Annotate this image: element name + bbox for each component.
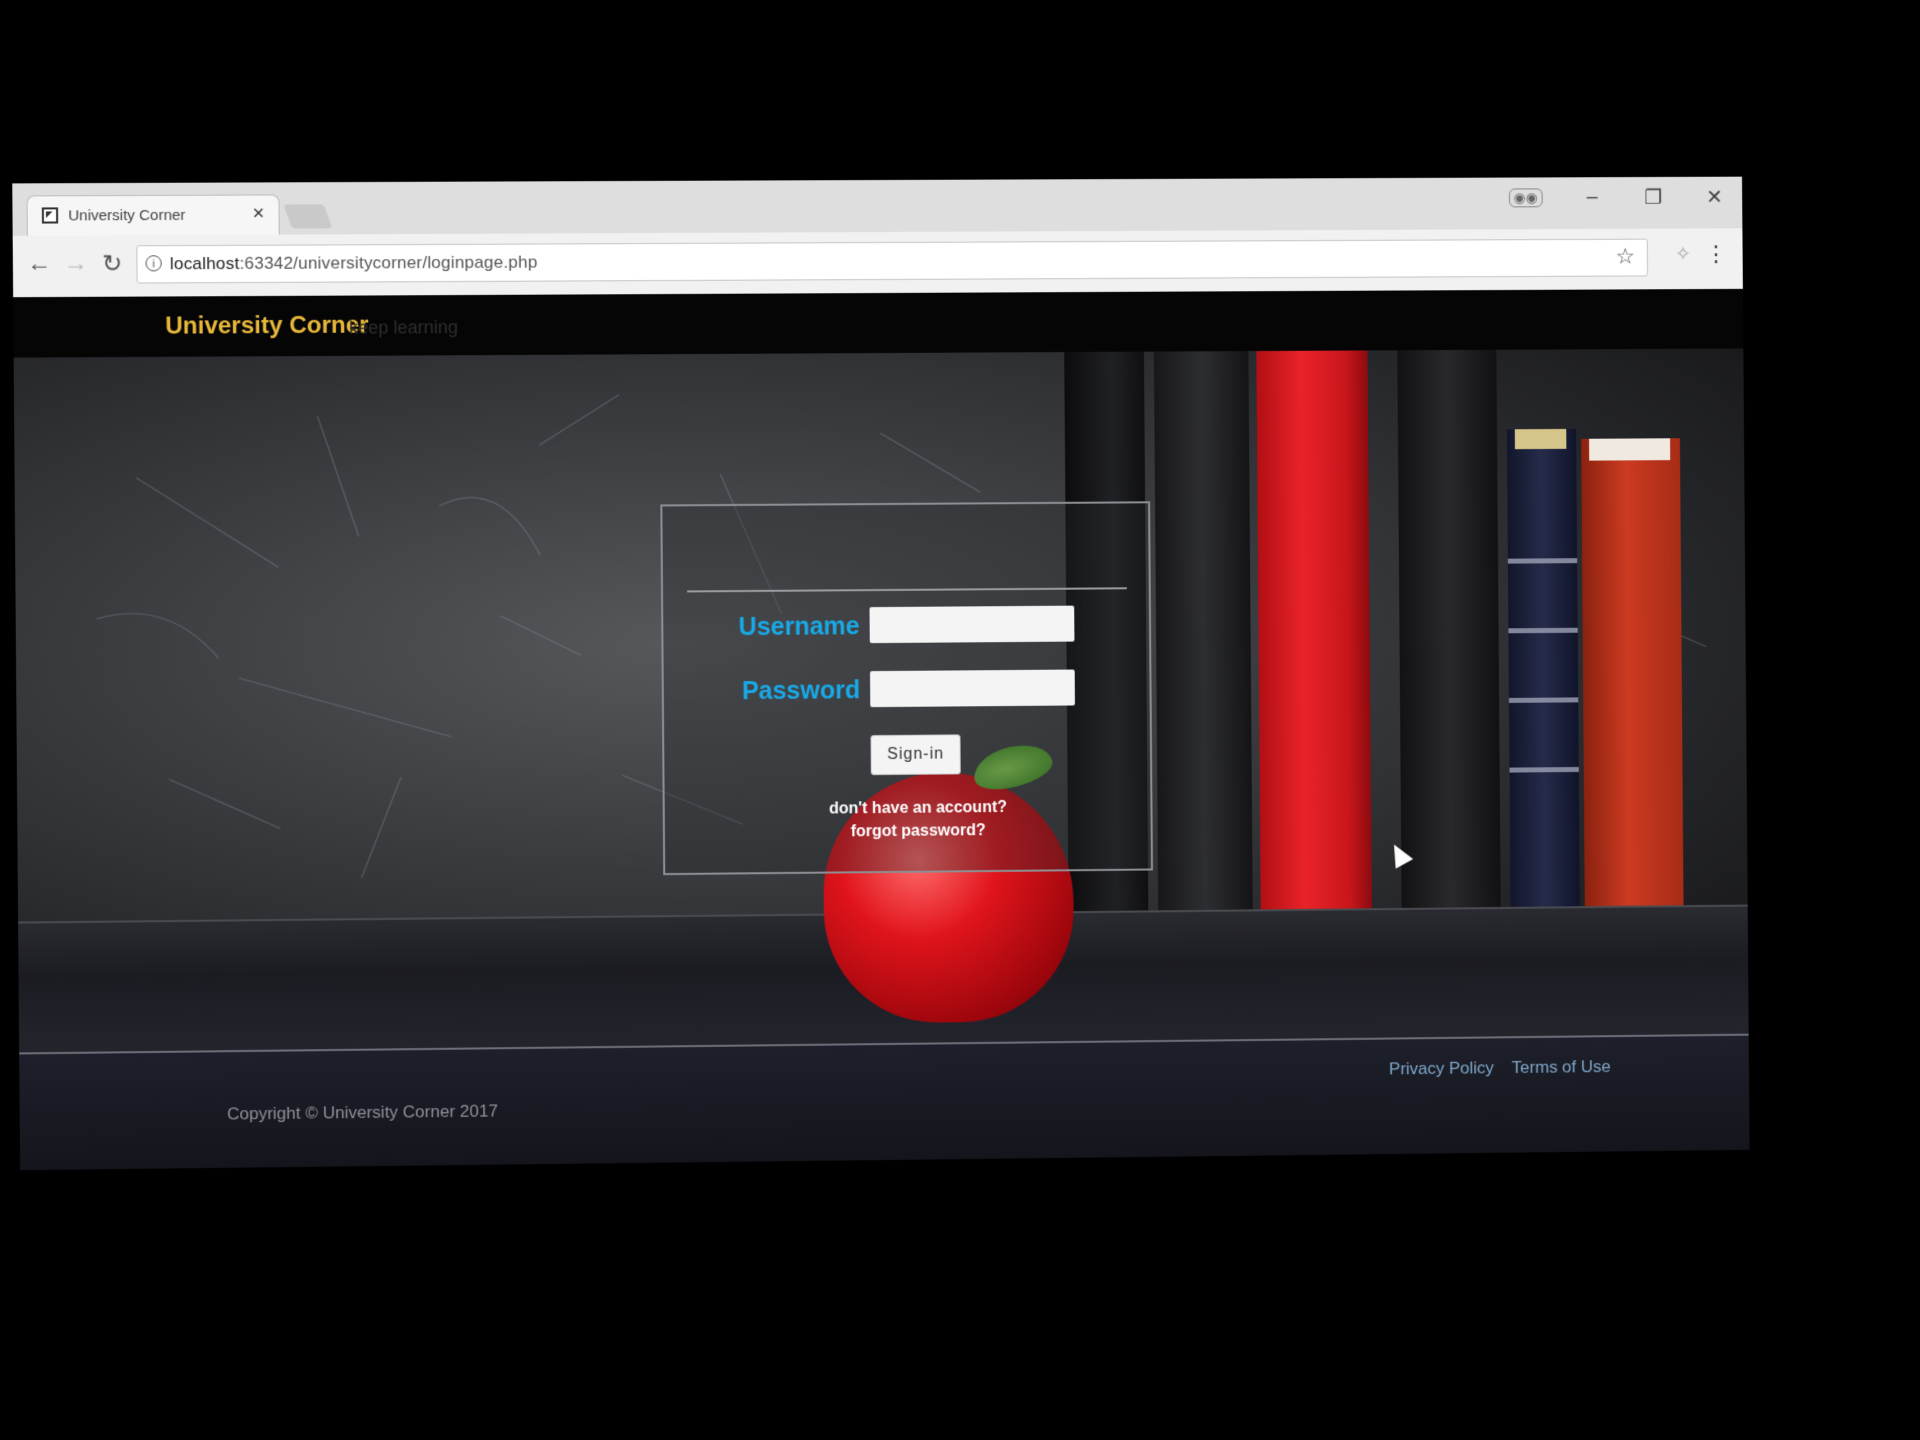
url-text: localhost:63342/universitycorner/loginpa… <box>170 253 538 275</box>
close-window-button[interactable]: ✕ <box>1703 185 1727 210</box>
restore-button[interactable]: ❐ <box>1641 185 1665 210</box>
tab-title: University Corner <box>68 206 186 225</box>
page-content: University Corner keep learning Username… <box>13 288 1750 1171</box>
browser-chrome: University Corner × ◉◉ – ❐ ✕ ← → ↻ i loc… <box>12 176 1743 299</box>
bookmark-star-icon[interactable]: ☆ <box>1615 244 1635 270</box>
copyright-text: Copyright © University Corner 2017 <box>227 1101 498 1124</box>
forward-arrow-icon[interactable]: → <box>63 250 88 278</box>
site-tagline: keep learning <box>349 317 459 338</box>
sign-in-button[interactable]: Sign-in <box>870 734 961 776</box>
extension-icon[interactable]: ✧ <box>1675 241 1692 266</box>
book-navy <box>1506 428 1580 907</box>
tab-close-icon[interactable]: × <box>253 203 265 226</box>
new-tab-button[interactable] <box>283 204 333 229</box>
book-black-2 <box>1153 348 1253 911</box>
login-panel: Username Password Sign-in don't have an … <box>660 501 1153 876</box>
username-label: Username <box>738 612 860 642</box>
book-red <box>1255 348 1372 910</box>
privacy-policy-link[interactable]: Privacy Policy <box>1389 1058 1494 1079</box>
back-arrow-icon[interactable]: ← <box>27 250 52 278</box>
password-row: Password <box>664 669 1150 713</box>
password-input[interactable] <box>870 669 1075 708</box>
url-host: localhost <box>169 253 240 274</box>
site-header: University Corner keep learning <box>13 288 1744 358</box>
terms-of-use-link[interactable]: Terms of Use <box>1512 1057 1611 1078</box>
info-icon[interactable]: i <box>145 255 162 272</box>
profile-icon[interactable]: ◉◉ <box>1508 188 1543 208</box>
url-path: :63342/universitycorner/loginpage.php <box>239 252 538 273</box>
address-bar[interactable]: i localhost:63342/universitycorner/login… <box>136 238 1649 284</box>
hero-background: Username Password Sign-in don't have an … <box>13 348 1749 1053</box>
panel-divider <box>687 587 1127 593</box>
window-controls: ◉◉ – ❐ ✕ <box>1508 185 1726 211</box>
signup-link[interactable]: don't have an account? <box>665 798 1151 820</box>
username-input[interactable] <box>869 605 1075 644</box>
book-orange <box>1581 438 1684 907</box>
tab-strip: University Corner × ◉◉ – ❐ ✕ <box>12 176 1743 236</box>
site-brand[interactable]: University Corner <box>165 312 369 341</box>
reload-icon[interactable]: ↻ <box>102 249 123 278</box>
username-row: Username <box>663 605 1149 649</box>
password-label: Password <box>741 676 861 706</box>
site-footer: Privacy Policy Terms of Use Copyright © … <box>19 1033 1750 1171</box>
tab-university-corner[interactable]: University Corner × <box>26 194 280 236</box>
footer-links: Privacy Policy Terms of Use <box>1389 1057 1611 1079</box>
book-black-3 <box>1396 348 1501 908</box>
browser-toolbar: ← → ↻ i localhost:63342/universitycorner… <box>13 228 1743 296</box>
monitor-screen: University Corner × ◉◉ – ❐ ✕ ← → ↻ i loc… <box>12 176 1750 1171</box>
forgot-password-link[interactable]: forgot password? <box>665 821 1151 843</box>
page-favicon-icon <box>41 207 59 224</box>
minimize-button[interactable]: – <box>1580 186 1604 209</box>
browser-menu-icon[interactable]: ⋮ <box>1705 241 1727 267</box>
